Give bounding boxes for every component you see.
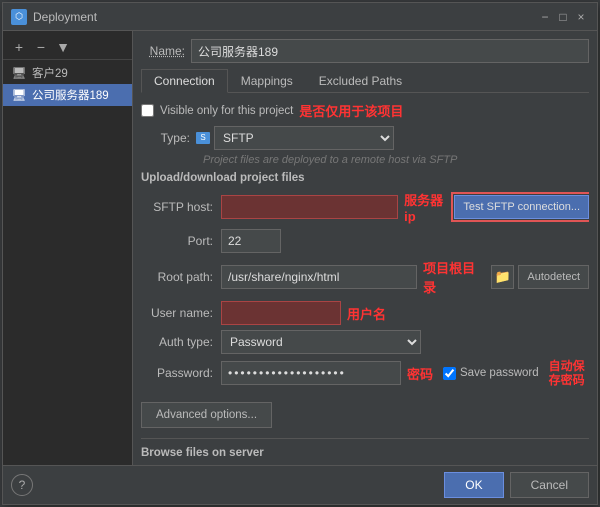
close-button[interactable]: × [573,9,589,25]
root-path-row: Root path: 项目根目录 📁 Autodetect [141,258,589,296]
name-row: Name: [141,39,589,63]
save-password-annotation: 自动保存密码 [549,359,585,388]
sftp-host-input[interactable] [221,195,398,219]
sidebar-toolbar: + − ▼ [3,35,132,60]
visible-only-annotation: 是否仅用于该项目 [299,101,403,120]
autodetect-button[interactable]: Autodetect [518,265,589,289]
server-selected-icon: 🖥 [11,87,27,103]
sidebar-item-client29[interactable]: 🖥 客户29 [3,62,132,84]
bottom-bar: ? OK Cancel [3,465,597,504]
window-title: Deployment [33,10,537,24]
test-sftp-button[interactable]: Test SFTP connection... [454,195,589,219]
user-name-input[interactable] [221,301,341,325]
password-row: Password: 密码 Save password 自动保存密码 [141,359,589,388]
type-select[interactable]: SFTP FTP FTPS [214,126,394,150]
browse-section-title: Browse files on server [141,447,589,457]
sidebar-item-label: 客户29 [32,65,68,81]
visible-only-row: Visible only for this project 是否仅用于该项目 [141,101,589,120]
user-name-label: User name: [141,306,221,320]
root-path-input[interactable] [221,265,417,289]
port-input[interactable] [221,229,281,253]
name-label: Name: [141,44,191,58]
visible-only-checkbox[interactable] [141,104,154,117]
auth-type-select[interactable]: Password Key pair OpenSSH config [221,330,421,354]
window-controls: − □ × [537,9,589,25]
port-label: Port: [141,234,221,248]
tab-connection[interactable]: Connection [141,69,228,93]
auth-type-row: Auth type: Password Key pair OpenSSH con… [141,330,589,354]
user-name-row: User name: 用户名 [141,301,589,325]
tab-mappings[interactable]: Mappings [228,69,306,93]
browse-section: Browse files on server Web server root U… [141,438,589,457]
advanced-options-section: Advanced options... [141,394,589,428]
minimize-button[interactable]: − [537,9,553,25]
form-area: Visible only for this project 是否仅用于该项目 T… [141,101,589,457]
auth-type-label: Auth type: [141,335,221,349]
password-label: Password: [141,366,221,380]
sidebar-item-label-selected: 公司服务器189 [32,87,109,103]
sftp-host-row: SFTP host: 服务器ip Test SFTP connection... [141,190,589,224]
tab-excluded-paths[interactable]: Excluded Paths [306,69,415,93]
remove-server-button[interactable]: − [31,37,51,57]
save-password-row: Save password [443,367,539,380]
server-icon: 🖥 [11,65,27,81]
sftp-icon: S [196,132,210,144]
browse-folder-button[interactable]: 📁 [491,265,515,289]
user-name-annotation: 用户名 [347,304,386,323]
root-path-annotation: 项目根目录 [423,258,487,296]
sftp-host-annotation: 服务器ip [404,190,448,224]
right-panel: Name: Connection Mappings Excluded Paths… [133,31,597,465]
advanced-options-button[interactable]: Advanced options... [141,402,272,428]
sidebar: + − ▼ 🖥 客户29 🖥 公司服务器189 [3,31,133,465]
sftp-host-label: SFTP host: [141,200,221,214]
restore-button[interactable]: □ [555,9,571,25]
password-annotation: 密码 [407,364,433,383]
ok-button[interactable]: OK [444,472,503,498]
main-content: + − ▼ 🖥 客户29 🖥 公司服务器189 Name: Connecti [3,31,597,465]
password-input[interactable] [221,361,401,385]
port-row: Port: [141,229,589,253]
sidebar-item-company189[interactable]: 🖥 公司服务器189 [3,84,132,106]
tabs: Connection Mappings Excluded Paths [141,69,589,93]
deployment-window: ⬡ Deployment − □ × + − ▼ 🖥 客户29 🖥 公司服务器1… [2,2,598,505]
cancel-button[interactable]: Cancel [510,472,589,498]
window-icon: ⬡ [11,9,27,25]
add-server-button[interactable]: + [9,37,29,57]
name-input[interactable] [191,39,589,63]
type-label: Type: [141,131,196,145]
type-row: Type: S SFTP FTP FTPS [141,126,589,150]
upload-section-title: Upload/download project files [141,172,589,184]
save-password-label: Save password [460,367,539,379]
settings-button[interactable]: ▼ [53,37,73,57]
visible-only-label: Visible only for this project [160,105,293,117]
root-path-label: Root path: [141,270,221,284]
save-password-checkbox[interactable] [443,367,456,380]
sftp-hint: Project files are deployed to a remote h… [203,154,589,166]
title-bar: ⬡ Deployment − □ × [3,3,597,31]
help-button[interactable]: ? [11,474,33,496]
